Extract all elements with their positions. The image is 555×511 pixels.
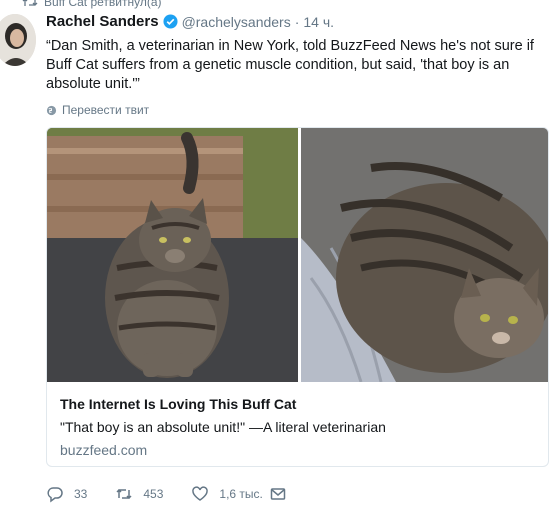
tweet-text: “Dan Smith, a veterinarian in New York, … [46, 38, 534, 92]
card-image-cat-standing[interactable] [47, 128, 298, 382]
globe-icon [46, 105, 57, 115]
tweet-header: Rachel Sanders @rachelysanders · 14 ч. [46, 13, 334, 30]
direct-message-button[interactable] [269, 485, 287, 503]
avatar[interactable] [0, 14, 36, 66]
reply-icon [47, 487, 63, 503]
verified-badge-icon [163, 14, 178, 29]
tweet-timestamp[interactable]: 14 ч. [303, 14, 334, 30]
translate-tweet-link[interactable]: Перевести твит [46, 103, 149, 117]
like-button[interactable]: 1,6 тыс. [191, 485, 263, 503]
reply-count: 33 [74, 487, 88, 501]
reply-button[interactable]: 33 [46, 485, 87, 503]
card-body: The Internet Is Loving This Buff Cat "Th… [47, 382, 548, 458]
link-card[interactable]: The Internet Is Loving This Buff Cat "Th… [46, 127, 549, 467]
retweet-context-label: Buff Cat ретвитнул(а) [44, 0, 162, 9]
retweet-action-icon [116, 488, 132, 500]
tweet-actions: 33 453 1,6 тыс. [46, 484, 287, 504]
translate-label: Перевести твит [62, 103, 150, 117]
like-count: 1,6 тыс. [219, 487, 263, 501]
retweet-button[interactable]: 453 [115, 485, 163, 503]
retweet-context[interactable]: Buff Cat ретвитнул(а) [22, 0, 162, 9]
heart-icon [192, 486, 209, 501]
card-image-cat-closeup[interactable] [301, 128, 548, 382]
author-name[interactable]: Rachel Sanders [46, 13, 159, 30]
retweet-icon [22, 0, 38, 6]
card-description: "That boy is an absolute unit!" —A liter… [60, 419, 386, 435]
card-title: The Internet Is Loving This Buff Cat [60, 396, 297, 412]
envelope-icon [270, 488, 286, 500]
retweet-count: 453 [143, 487, 164, 501]
header-separator: · [294, 13, 300, 30]
card-domain: buzzfeed.com [60, 442, 148, 458]
author-handle[interactable]: @rachelysanders [182, 14, 291, 30]
card-images [47, 128, 548, 382]
avatar-image [0, 14, 36, 66]
